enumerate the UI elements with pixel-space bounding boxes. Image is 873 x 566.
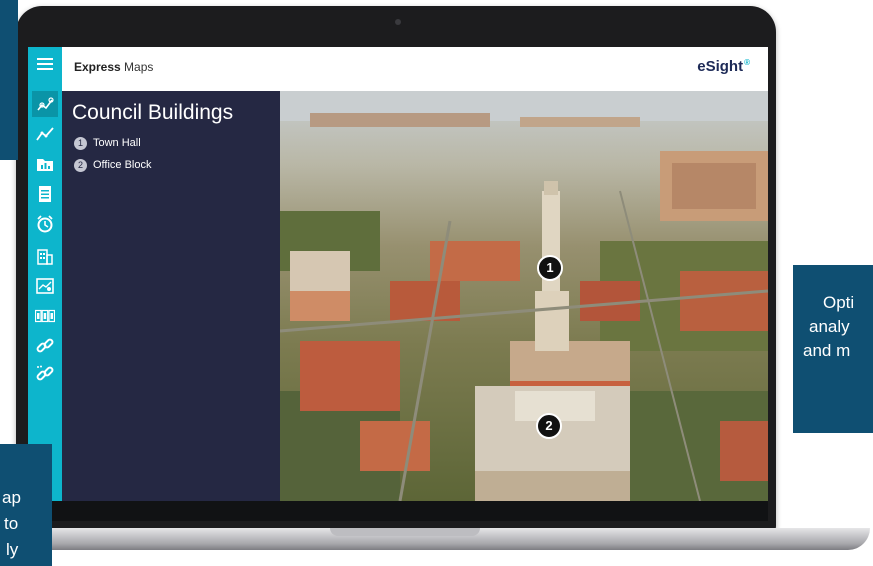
brand-mark: ® (744, 58, 750, 67)
callout-top-left (0, 0, 18, 160)
map-marker-1[interactable]: 1 (537, 255, 563, 281)
callout-line: to (4, 514, 19, 533)
buildings-icon[interactable] (32, 243, 58, 269)
top-bar: Express Maps eSight® (62, 47, 768, 92)
aerial-photo (280, 91, 768, 501)
callout-line: and m (803, 341, 851, 360)
icon-rail (28, 47, 62, 501)
trend-line-icon[interactable] (32, 121, 58, 147)
brand-logo: eSight® (697, 58, 750, 75)
laptop-notch (330, 528, 480, 536)
aerial-map[interactable]: 1 2 (280, 91, 768, 501)
link-dotted-icon[interactable] (32, 361, 58, 387)
app-title: Express Maps (74, 60, 153, 74)
callout-right: Opti analy and m (793, 265, 873, 433)
app-screen: Express Maps eSight® Council Buildings 1… (28, 47, 768, 501)
callout-line: ly (6, 540, 19, 559)
callout-bottom-left: ap to ly (0, 444, 52, 566)
app-title-bold: Express (74, 60, 121, 74)
link-icon[interactable] (32, 333, 58, 359)
alarm-clock-icon[interactable] (32, 211, 58, 237)
item-number-badge: 1 (74, 136, 87, 150)
map-marker-2[interactable]: 2 (536, 413, 562, 439)
menu-icon[interactable] (32, 51, 58, 77)
list-item-label: Office Block (93, 159, 152, 171)
dashboard-icon[interactable] (32, 273, 58, 299)
list-item[interactable]: 2 Office Block (74, 157, 152, 173)
callout-line: ap (2, 488, 21, 507)
camera-dot (395, 19, 401, 25)
callout-line: analy (809, 317, 850, 336)
bar-report-icon[interactable] (32, 151, 58, 177)
brand-name: eSight (697, 58, 744, 75)
app-title-rest: Maps (120, 60, 154, 74)
callout-line: Opti (823, 293, 855, 312)
item-number-badge: 2 (74, 158, 87, 172)
counter-icon[interactable] (32, 303, 58, 329)
list-item[interactable]: 1 Town Hall (74, 135, 141, 151)
screen-bottom-edge (28, 501, 768, 521)
panel-title: Council Buildings (72, 101, 234, 124)
map-pins-icon[interactable] (32, 91, 58, 117)
side-panel: Council Buildings 1 Town Hall 2 Office B… (62, 91, 280, 501)
list-item-label: Town Hall (93, 137, 141, 149)
calendar-sheet-icon[interactable] (32, 181, 58, 207)
